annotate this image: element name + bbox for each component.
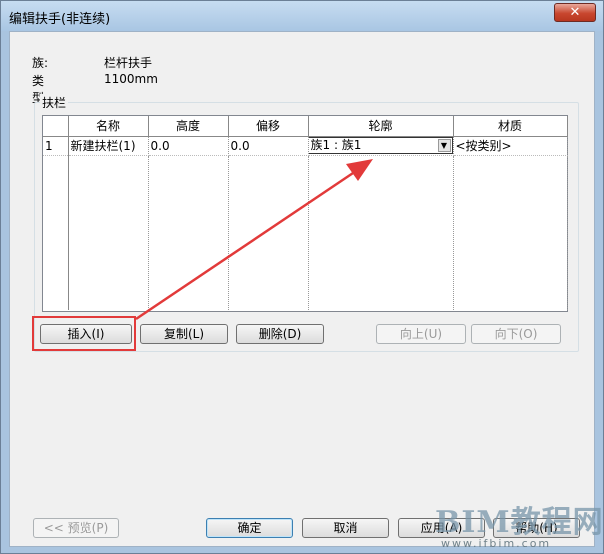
- annotation-arrow: [135, 159, 373, 321]
- watermark-url: www.ifbim.com: [441, 537, 552, 550]
- watermark-logo: BIM教程网 www.ifbim.com: [433, 497, 604, 553]
- edit-railing-dialog: 编辑扶手(非连续) ✕ 族: 栏杆扶手 类型: 1100mm 扶栏 名称 高度 …: [0, 0, 604, 554]
- watermark-text: BIM教程网: [435, 505, 604, 540]
